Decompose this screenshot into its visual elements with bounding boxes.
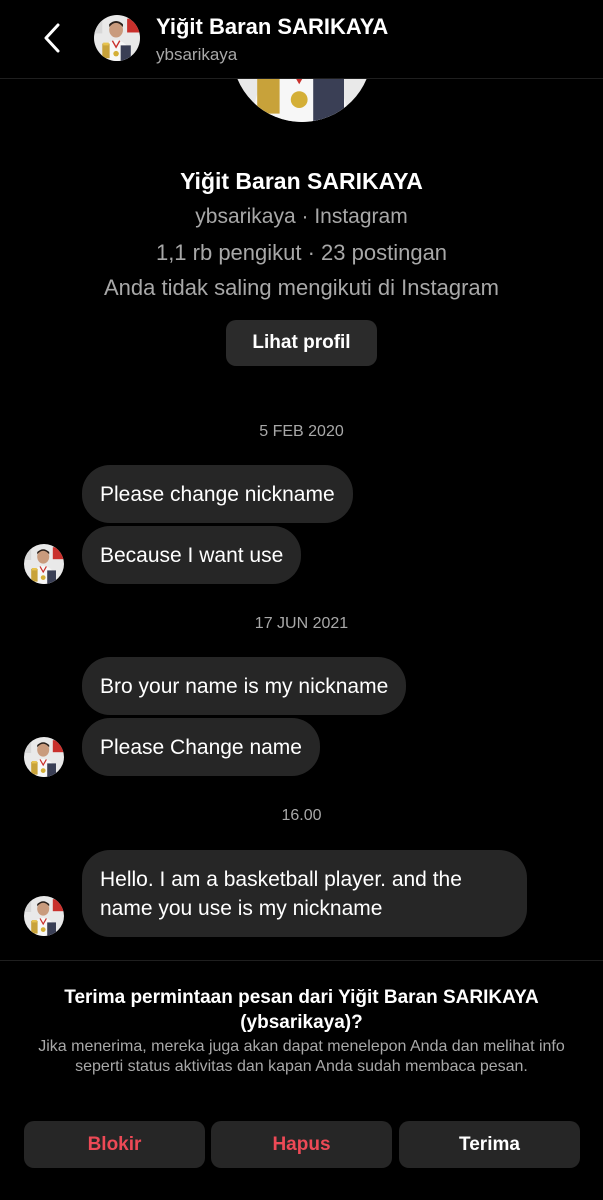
header-name[interactable]: Yiğit Baran SARIKAYA — [156, 14, 388, 40]
message-bubble[interactable]: Please Change name — [82, 718, 320, 776]
message-text: Please change nickname — [100, 482, 335, 506]
message-text: Hello. I am a basketball player. and the… — [100, 867, 462, 920]
profile-subtitle: ybsarikaya · Instagram — [195, 205, 408, 228]
follow-status: Anda tidak saling mengikuti di Instagram — [104, 275, 499, 300]
chat-header: Yiğit Baran SARIKAYA ybsarikaya — [0, 0, 603, 79]
block-button[interactable]: Blokir — [24, 1121, 205, 1168]
profile-stats: 1,1 rb pengikut · 23 postingan — [155, 240, 448, 265]
request-title: Terima permintaan pesan dari Yiğit Baran… — [64, 987, 539, 1033]
message-text: Bro your name is my nickname — [100, 674, 389, 698]
sender-avatar[interactable] — [24, 544, 64, 584]
message-bubble[interactable]: Hello. I am a basketball player. and the… — [82, 850, 527, 937]
back-button[interactable] — [36, 18, 72, 58]
request-description: Jika menerima, mereka juga akan dapat me… — [38, 1038, 565, 1075]
divider — [0, 960, 603, 961]
message-text: Because I want use — [100, 543, 284, 567]
message-bubble[interactable]: Please change nickname — [82, 465, 353, 523]
date-separator: 17 JUN 2021 — [254, 615, 349, 632]
message-bubble[interactable]: Bro your name is my nickname — [82, 657, 407, 715]
profile-name: Yiğit Baran SARIKAYA — [180, 168, 423, 194]
message-text: Please Change name — [100, 735, 302, 759]
message-bubble[interactable]: Because I want use — [82, 526, 302, 584]
accept-button[interactable]: Terima — [399, 1121, 580, 1168]
header-username: ybsarikaya — [156, 45, 238, 64]
date-separator: 5 FEB 2020 — [259, 423, 344, 440]
date-separator: 16.00 — [281, 807, 322, 824]
sender-avatar[interactable] — [24, 737, 64, 777]
view-profile-button[interactable]: Lihat profil — [226, 320, 377, 366]
sender-avatar[interactable] — [24, 896, 64, 936]
delete-button[interactable]: Hapus — [211, 1121, 392, 1168]
chevron-left-icon — [44, 23, 60, 53]
header-avatar[interactable] — [94, 15, 140, 61]
